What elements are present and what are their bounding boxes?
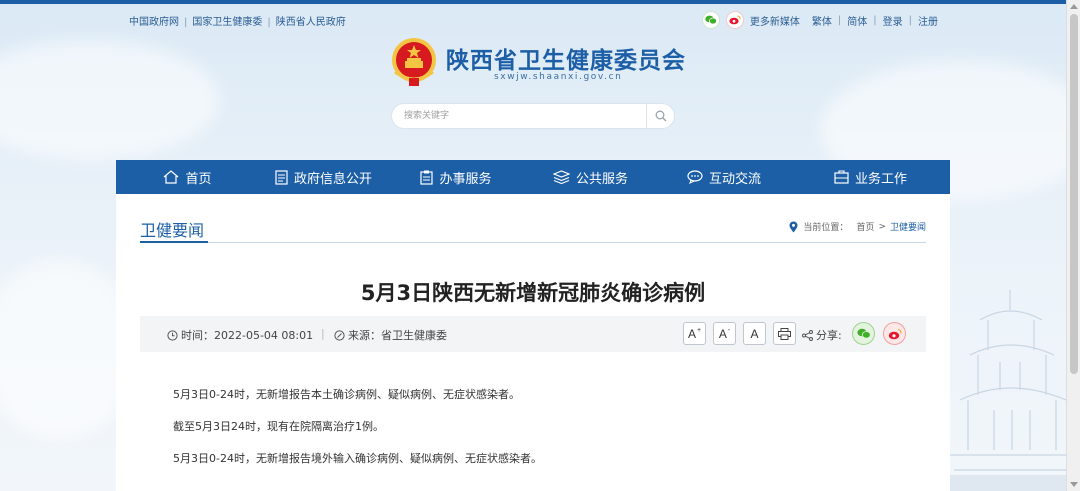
breadcrumb-prefix: 当前位置： bbox=[803, 223, 849, 233]
nav-item-interaction[interactable]: 互动交流 bbox=[657, 160, 791, 194]
publish-time: 时间： 2022-05-04 08:01 bbox=[167, 327, 313, 343]
top-link-gov[interactable]: 中国政府网 bbox=[129, 17, 179, 28]
separator: | bbox=[267, 17, 271, 28]
section-divider bbox=[140, 242, 926, 243]
print-icon bbox=[778, 327, 791, 340]
font-decrease-button[interactable]: A- bbox=[713, 322, 736, 345]
nav-item-label: 公共服务 bbox=[575, 171, 628, 187]
share-label: 分享: bbox=[802, 327, 842, 343]
traditional-chinese-link[interactable]: 繁体 bbox=[812, 13, 832, 28]
main-navigation: 首页 政府信息公开 办事服务 公共服务 互动交流 业务工作 bbox=[116, 160, 950, 194]
search-input[interactable] bbox=[404, 108, 634, 124]
article-source: 来源： 省卫生健康委 bbox=[334, 327, 447, 343]
location-pin-icon bbox=[789, 221, 798, 232]
clipboard-icon bbox=[420, 170, 434, 185]
breadcrumb-current[interactable]: 卫健要闻 bbox=[890, 220, 926, 233]
nav-item-services[interactable]: 办事服务 bbox=[388, 160, 524, 194]
chat-icon bbox=[687, 170, 703, 184]
top-link-nhc[interactable]: 国家卫生健康委 bbox=[192, 17, 262, 28]
font-increase-label: A bbox=[687, 326, 696, 341]
weibo-icon[interactable] bbox=[725, 11, 744, 29]
section-divider-accent bbox=[140, 241, 208, 243]
nav-item-label: 政府信息公开 bbox=[293, 171, 372, 187]
site-domain: sxwjw.shaanxi.gov.cn bbox=[494, 72, 623, 82]
breadcrumb: 当前位置： 首页 > 卫健要闻 bbox=[789, 220, 926, 233]
article-paragraph: 截至5月3日24时，现有在院隔离治疗1例。 bbox=[173, 420, 384, 433]
search-icon bbox=[655, 110, 666, 122]
nav-item-label: 互动交流 bbox=[708, 171, 761, 187]
article-title: 5月3日陕西无新增新冠肺炎确诊病例 bbox=[360, 281, 706, 305]
separator: | bbox=[873, 14, 877, 26]
vertical-scrollbar[interactable] bbox=[1066, 0, 1080, 491]
time-value: 2022-05-04 08:01 bbox=[214, 328, 314, 342]
pen-icon bbox=[334, 329, 345, 341]
scroll-up-arrow-icon[interactable] bbox=[1070, 4, 1078, 9]
scroll-down-arrow-icon[interactable] bbox=[1070, 482, 1078, 487]
meta-separator: | bbox=[321, 327, 325, 340]
breadcrumb-home[interactable]: 首页 bbox=[856, 220, 874, 233]
share-label-text: 分享: bbox=[816, 329, 842, 342]
search-button[interactable] bbox=[646, 104, 674, 128]
wechat-icon[interactable] bbox=[701, 11, 720, 29]
breadcrumb-separator: > bbox=[878, 221, 886, 232]
nav-item-label: 业务工作 bbox=[854, 171, 907, 187]
pagoda-illustration bbox=[950, 290, 1066, 491]
document-icon bbox=[275, 169, 288, 185]
font-decrease-label: A bbox=[718, 326, 727, 341]
nav-item-home[interactable]: 首页 bbox=[116, 160, 259, 194]
scrollbar-thumb[interactable] bbox=[1070, 14, 1078, 374]
site-title[interactable]: 陕西省卫生健康委员会 bbox=[446, 41, 686, 75]
source-label: 来源： bbox=[348, 329, 381, 342]
font-reset-label: A bbox=[750, 326, 759, 341]
separator: | bbox=[908, 14, 912, 26]
weibo-icon bbox=[888, 328, 901, 339]
home-icon bbox=[164, 170, 179, 184]
top-right-links: 更多新媒体 繁体 | 简体 | 登录 | 注册 bbox=[701, 11, 938, 29]
share-weibo-button[interactable] bbox=[883, 322, 906, 345]
separator: | bbox=[837, 14, 842, 26]
font-increase-button[interactable]: A + bbox=[683, 322, 706, 345]
share-wechat-button[interactable] bbox=[852, 322, 875, 345]
search-box bbox=[392, 104, 674, 128]
briefcase-icon bbox=[834, 170, 849, 184]
nav-item-gov-info[interactable]: 政府信息公开 bbox=[259, 160, 388, 194]
separator: | bbox=[184, 17, 188, 28]
simplified-chinese-link[interactable]: 简体 bbox=[847, 13, 867, 28]
wechat-icon bbox=[856, 328, 871, 339]
clock-icon bbox=[167, 329, 178, 341]
national-emblem-logo[interactable] bbox=[389, 36, 439, 88]
share-icon bbox=[802, 329, 813, 341]
article-paragraph: 5月3日0-24时，无新增报告境外输入确诊病例、疑似病例、无症状感染者。 bbox=[173, 452, 542, 465]
login-link[interactable]: 登录 bbox=[883, 13, 903, 28]
layers-icon bbox=[552, 170, 570, 184]
time-label: 时间： bbox=[181, 329, 214, 342]
article-meta-bar: 时间： 2022-05-04 08:01 | 来源： 省卫生健康委 A + A- … bbox=[140, 316, 926, 352]
nav-item-label: 首页 bbox=[185, 171, 212, 187]
register-link[interactable]: 注册 bbox=[918, 13, 938, 28]
nav-item-business-work[interactable]: 业务工作 bbox=[791, 160, 950, 194]
nav-item-label: 办事服务 bbox=[439, 171, 492, 187]
top-links: 中国政府网 | 国家卫生健康委 | 陕西省人民政府 bbox=[129, 13, 346, 28]
font-reset-button[interactable]: A bbox=[743, 322, 766, 345]
background-cloud bbox=[0, 40, 220, 160]
section-title: 卫健要闻 bbox=[140, 221, 205, 240]
print-button[interactable] bbox=[773, 322, 796, 345]
content-panel: 卫健要闻 当前位置： 首页 > 卫健要闻 5月3日陕西无新增新冠肺炎确诊病例 时… bbox=[116, 194, 950, 491]
more-media-link[interactable]: 更多新媒体 bbox=[750, 13, 800, 28]
top-accent-line bbox=[0, 0, 1080, 4]
article-paragraph: 5月3日0-24时，无新增报告本土确诊病例、疑似病例、无症状感染者。 bbox=[173, 388, 520, 401]
top-link-shaanxi-gov[interactable]: 陕西省人民政府 bbox=[276, 17, 346, 28]
source-value: 省卫生健康委 bbox=[381, 329, 447, 342]
nav-item-public-services[interactable]: 公共服务 bbox=[524, 160, 657, 194]
